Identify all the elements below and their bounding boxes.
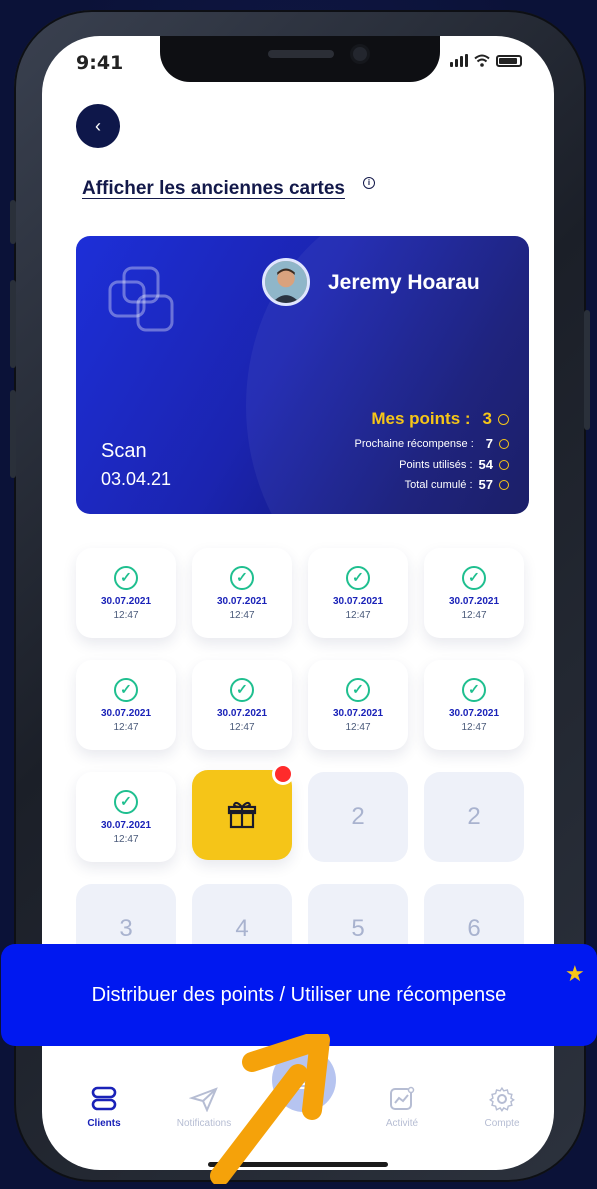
phone-mute-switch — [10, 200, 16, 244]
stamp-time: 12:47 — [461, 609, 487, 621]
stamp-tile[interactable]: ✓ 30.07.2021 12:47 — [76, 772, 176, 862]
stamp-time: 12:47 — [461, 721, 487, 733]
coin-icon — [499, 459, 509, 470]
gear-icon — [488, 1086, 515, 1112]
activity-icon — [390, 1086, 415, 1110]
stamp-tile[interactable]: ✓ 30.07.2021 12:47 — [76, 548, 176, 638]
coin-icon — [499, 479, 509, 490]
star-icon: ★ — [565, 961, 585, 986]
old-cards-link[interactable]: Afficher les anciennes cartes — [82, 178, 345, 200]
next-reward-row: Prochaine récompense : 7 — [355, 436, 509, 451]
check-icon: ✓ — [114, 677, 138, 702]
pointer-arrow-icon — [210, 1034, 330, 1184]
avatar — [262, 258, 310, 306]
used-points-row: Points utilisés : 54 — [399, 457, 509, 472]
stamp-time: 12:47 — [345, 721, 371, 733]
notch — [160, 36, 440, 82]
phone-power-button — [584, 310, 590, 430]
next-reward-label: Prochaine récompense : — [354, 437, 474, 450]
status-time: 9:41 — [76, 52, 124, 74]
coin-icon — [499, 438, 509, 449]
check-icon: ✓ — [462, 565, 486, 590]
tab-activity[interactable]: Activité — [360, 1086, 444, 1129]
signal-icon — [450, 54, 468, 67]
empty-slot: 2 — [424, 772, 524, 862]
stamp-date: 30.07.2021 — [216, 595, 268, 607]
check-icon: ✓ — [114, 565, 138, 590]
check-icon: ✓ — [114, 789, 138, 814]
empty-slot: 2 — [308, 772, 408, 862]
stamp-date: 30.07.2021 — [332, 595, 384, 607]
my-points-value: 3 — [482, 409, 492, 428]
check-icon: ✓ — [230, 677, 254, 702]
user-photo — [265, 261, 307, 303]
my-points-row: Mes points : 3 — [371, 409, 509, 429]
check-icon: ✓ — [346, 565, 370, 590]
back-button[interactable]: ‹ — [76, 104, 120, 148]
stamp-tile[interactable]: ✓ 30.07.2021 12:47 — [308, 660, 408, 750]
tab-clients-label: Clients — [87, 1118, 121, 1129]
brand-logo-icon — [108, 266, 174, 332]
stamp-date: 30.07.2021 — [100, 819, 152, 831]
stamp-tile[interactable]: ✓ 30.07.2021 12:47 — [424, 548, 524, 638]
phone-volume-up — [10, 280, 16, 368]
wifi-icon — [474, 54, 490, 67]
stamp-date: 30.07.2021 — [332, 707, 384, 719]
stamp-date: 30.07.2021 — [448, 707, 500, 719]
total-points-label: Total cumulé : — [404, 478, 473, 491]
front-camera — [350, 44, 370, 64]
stamp-time: 12:47 — [229, 609, 255, 621]
distribute-points-banner[interactable]: Distribuer des points / Utiliser une réc… — [1, 944, 597, 1046]
stamp-tile[interactable]: ✓ 30.07.2021 12:47 — [192, 660, 292, 750]
check-icon: ✓ — [230, 565, 254, 590]
card-holder-name: Jeremy Hoarau — [328, 271, 480, 294]
stamp-time: 12:47 — [345, 609, 371, 621]
scan-label: Scan — [101, 440, 147, 462]
stamp-time: 12:47 — [113, 609, 139, 621]
notification-dot — [272, 763, 294, 785]
phone-volume-down — [10, 390, 16, 478]
clients-icon — [91, 1086, 117, 1111]
stamp-tile[interactable]: ✓ 30.07.2021 12:47 — [424, 660, 524, 750]
stamp-tile[interactable]: ✓ 30.07.2021 12:47 — [308, 548, 408, 638]
check-icon: ✓ — [462, 677, 486, 702]
banner-text: Distribuer des points / Utiliser une réc… — [91, 983, 507, 1006]
total-points-row: Total cumulé : 57 — [405, 477, 509, 492]
speaker — [268, 50, 334, 58]
stamp-tile[interactable]: ✓ 30.07.2021 12:47 — [192, 548, 292, 638]
stamp-time: 12:47 — [113, 833, 139, 845]
used-points-value: 54 — [478, 457, 493, 472]
stamp-date: 30.07.2021 — [448, 595, 500, 607]
next-reward-value: 7 — [485, 436, 493, 451]
stamp-date: 30.07.2021 — [216, 707, 268, 719]
stamp-tile[interactable]: ✓ 30.07.2021 12:47 — [76, 660, 176, 750]
status-icons — [450, 54, 522, 67]
tab-account-label: Compte — [484, 1118, 520, 1129]
stamp-date: 30.07.2021 — [100, 707, 152, 719]
coin-icon — [498, 413, 509, 425]
gift-icon — [227, 801, 257, 829]
scan-date: 03.04.21 — [101, 469, 172, 489]
my-points-label: Mes points : — [371, 409, 471, 428]
stamp-date: 30.07.2021 — [100, 595, 152, 607]
battery-icon — [496, 55, 522, 67]
total-points-value: 57 — [478, 477, 493, 492]
used-points-label: Points utilisés : — [399, 458, 473, 471]
tab-activity-label: Activité — [385, 1118, 419, 1129]
stamp-time: 12:47 — [229, 721, 255, 733]
check-icon: ✓ — [346, 677, 370, 702]
info-icon[interactable]: i — [363, 177, 375, 189]
tab-clients[interactable]: Clients — [62, 1086, 146, 1129]
stamp-time: 12:47 — [113, 721, 139, 733]
tab-account[interactable]: Compte — [460, 1086, 544, 1129]
chevron-left-icon: ‹ — [95, 115, 101, 136]
